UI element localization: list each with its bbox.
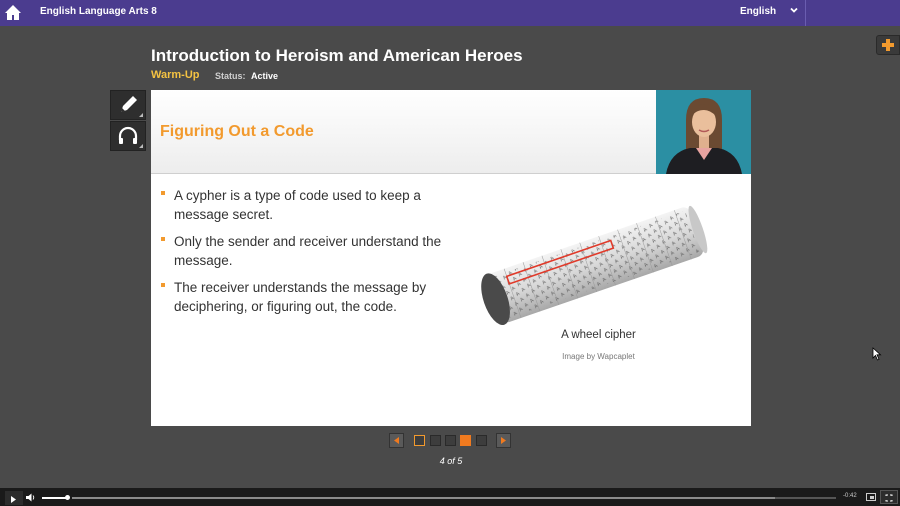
menu-corner-indicator <box>139 113 143 117</box>
previous-slide-button[interactable] <box>389 433 404 448</box>
lesson-slide: Figuring Out a Code A cypher is a type o… <box>151 90 751 426</box>
volume-slider[interactable] <box>42 497 67 499</box>
home-icon <box>5 5 21 20</box>
list-item: Only the sender and receiver understand … <box>160 232 450 270</box>
audio-button[interactable] <box>110 121 146 151</box>
image-credit: Image by Wapcaplet <box>562 352 635 361</box>
list-item: The receiver understands the message by … <box>160 278 450 316</box>
triangle-right-icon <box>501 437 506 444</box>
fullscreen-icon <box>885 494 893 502</box>
status-value: Active <box>251 71 279 81</box>
topbar-divider <box>805 0 806 26</box>
menu-corner-indicator <box>139 144 143 148</box>
seek-buffered <box>72 497 775 499</box>
seek-bar[interactable] <box>72 497 836 499</box>
slide-title: Figuring Out a Code <box>160 123 314 140</box>
bullet-text: Only the sender and receiver understand … <box>174 234 442 268</box>
picture-in-picture-button[interactable] <box>866 493 876 501</box>
play-button[interactable] <box>5 491 23 505</box>
bullet-marker <box>161 237 165 241</box>
lesson-title: Introduction to Heroism and American Her… <box>151 46 523 65</box>
slide-dot-3[interactable] <box>445 435 456 446</box>
wheel-cipher-image: A <box>481 205 708 326</box>
slide-pager <box>389 433 513 448</box>
triangle-left-icon <box>394 437 399 444</box>
language-selected-value: English <box>740 6 777 17</box>
slide-dot-5[interactable] <box>476 435 487 446</box>
notes-button[interactable] <box>110 90 146 120</box>
bullet-marker <box>161 283 165 287</box>
image-caption: A wheel cipher <box>561 329 636 341</box>
presenter-image <box>656 90 751 174</box>
chevron-down-icon <box>789 5 799 18</box>
bullet-marker <box>161 191 165 195</box>
next-slide-button[interactable] <box>496 433 511 448</box>
language-select[interactable]: English <box>740 6 800 17</box>
media-player-bar: -0:42 <box>0 488 900 506</box>
slide-header: Figuring Out a Code <box>151 90 656 174</box>
slide-dot-1[interactable] <box>414 435 425 446</box>
volume-slider-handle[interactable] <box>65 495 70 500</box>
play-icon <box>11 496 16 503</box>
bullet-text: The receiver understands the message by … <box>174 280 427 314</box>
top-bar: English Language Arts 8 English <box>0 0 900 26</box>
presenter-video[interactable] <box>656 90 751 174</box>
fullscreen-button[interactable] <box>880 490 898 504</box>
status-label: Status: <box>215 71 246 81</box>
time-remaining: -0:42 <box>843 493 857 499</box>
pip-icon <box>870 496 874 499</box>
slide-dot-4[interactable] <box>460 435 471 446</box>
home-button[interactable] <box>4 2 22 22</box>
volume-icon[interactable] <box>26 493 36 502</box>
bullet-list: A cypher is a type of code used to keep … <box>160 186 450 324</box>
mouse-cursor-icon <box>872 347 882 361</box>
slide-dot-2[interactable] <box>430 435 441 446</box>
add-button[interactable] <box>876 35 900 55</box>
plus-icon <box>882 39 894 51</box>
page-count: 4 of 5 <box>439 456 463 466</box>
activity-type: Warm-Up <box>151 69 200 81</box>
list-item: A cypher is a type of code used to keep … <box>160 186 450 224</box>
course-title: English Language Arts 8 <box>40 6 157 17</box>
bullet-text: A cypher is a type of code used to keep … <box>174 188 421 222</box>
